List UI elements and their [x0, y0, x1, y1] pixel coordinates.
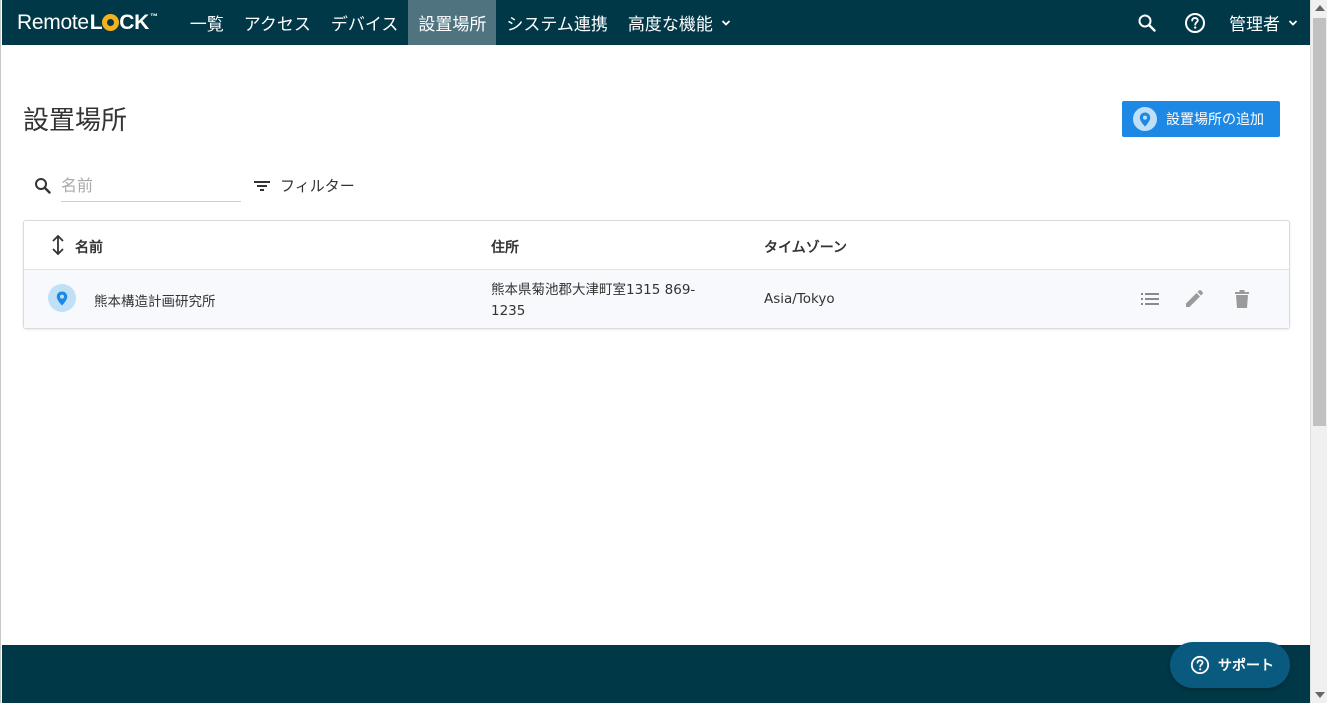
support-label: サポート: [1218, 658, 1274, 674]
location-pin-icon: [48, 284, 76, 312]
top-navbar: Remote L CK ™ 一覧 アクセス デバイス 設置場所 システム連携 高…: [2, 0, 1310, 45]
remotelock-logo[interactable]: Remote L CK ™: [17, 0, 158, 45]
locations-table: 名前 住所 タイムゾーン 熊本構造計画研究所 熊本県菊池郡大津町室1315 86…: [23, 220, 1290, 329]
nav-item-access[interactable]: アクセス: [234, 0, 321, 45]
nav-item-label: 高度な機能: [627, 15, 713, 35]
column-header-address: 住所: [491, 240, 519, 256]
add-location-button[interactable]: 設置場所の追加: [1122, 101, 1280, 137]
nav-item-overview[interactable]: 一覧: [180, 0, 234, 45]
nav-item-devices[interactable]: デバイス: [321, 0, 409, 45]
location-address-line2: 1235: [491, 303, 526, 319]
nav-item-label: デバイス: [330, 15, 399, 35]
location-name[interactable]: 熊本構造計画研究所: [94, 290, 216, 310]
scrollbar-thumb[interactable]: [1313, 18, 1326, 426]
logo-text-lock: L CK ™: [90, 11, 158, 35]
admin-label: 管理者: [1229, 15, 1280, 35]
page-footer: [2, 645, 1310, 703]
search-bar: [33, 170, 241, 202]
logo-trademark: ™: [150, 12, 158, 21]
location-address-line1: 熊本県菊池郡大津町室1315 869-: [491, 282, 696, 298]
logo-letters-ck: CK: [119, 10, 149, 34]
help-icon: [1190, 655, 1210, 675]
logo-letter-l: L: [89, 10, 103, 34]
vertical-scrollbar[interactable]: [1310, 0, 1327, 703]
logo-text-remote: Remote: [17, 10, 89, 34]
delete-icon[interactable]: [1231, 288, 1253, 310]
list-icon[interactable]: [1139, 288, 1161, 310]
nav-item-label: 設置場所: [418, 15, 487, 35]
scroll-down-arrow-icon[interactable]: [1315, 692, 1325, 698]
page-title: 設置場所: [23, 106, 128, 136]
search-icon: [35, 178, 51, 194]
location-pin-icon: [1133, 107, 1157, 131]
column-header-timezone: タイムゾーン: [764, 240, 848, 256]
location-timezone: Asia/Tokyo: [764, 291, 835, 307]
search-icon[interactable]: [1135, 11, 1159, 35]
filter-icon: [254, 180, 270, 191]
nav-item-label: アクセス: [243, 15, 311, 35]
support-button[interactable]: サポート: [1170, 642, 1290, 688]
nav-item-label: 一覧: [189, 15, 224, 35]
nav-item-integrations[interactable]: システム連携: [496, 0, 618, 45]
app-window: Remote L CK ™ 一覧 アクセス デバイス 設置場所 システム連携 高…: [0, 0, 1327, 703]
edit-icon[interactable]: [1183, 288, 1205, 310]
logo-lock-icon: [102, 14, 120, 31]
sort-icon[interactable]: [50, 234, 66, 260]
nav-item-locations[interactable]: 設置場所: [408, 0, 497, 45]
nav-right-tools: 管理者: [1123, 0, 1310, 45]
chevron-down-icon: [1288, 19, 1298, 26]
help-icon[interactable]: [1183, 11, 1207, 35]
nav-item-label: システム連携: [506, 15, 608, 35]
add-location-label: 設置場所の追加: [1166, 112, 1264, 128]
column-header-name[interactable]: 名前: [75, 237, 103, 257]
table-row[interactable]: 熊本構造計画研究所 熊本県菊池郡大津町室1315 869- 1235 Asia/…: [24, 270, 1289, 328]
scroll-up-arrow-icon[interactable]: [1315, 5, 1325, 11]
chevron-down-icon: [721, 19, 730, 26]
filter-button[interactable]: フィルター: [254, 175, 355, 196]
admin-menu[interactable]: 管理者: [1229, 10, 1298, 35]
nav-menu: 一覧 アクセス デバイス 設置場所 システム連携 高度な機能: [180, 0, 741, 45]
filter-label: フィルター: [280, 177, 355, 195]
search-input[interactable]: [61, 170, 241, 202]
nav-item-advanced[interactable]: 高度な機能: [618, 0, 741, 45]
table-header: 名前 住所 タイムゾーン: [24, 221, 1289, 270]
